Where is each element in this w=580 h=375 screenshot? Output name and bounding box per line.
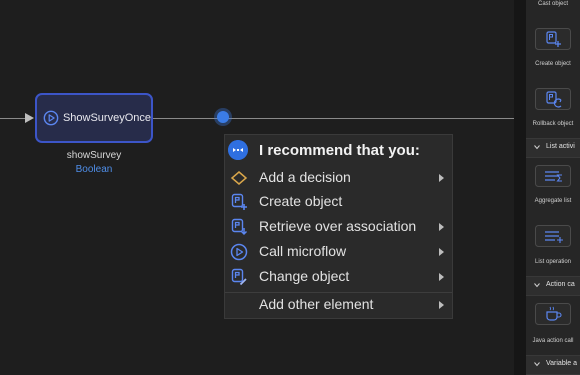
submenu-arrow-icon: [439, 223, 444, 231]
section-label: Variable a: [546, 360, 578, 367]
chevron-down-icon: [534, 362, 540, 367]
toolbox-panel: Cast object Create object Rollback objec…: [526, 0, 580, 375]
panel-divider[interactable]: [514, 0, 526, 375]
menu-item-add-decision[interactable]: Add a decision: [225, 166, 452, 190]
retrieve-icon: [231, 218, 248, 236]
recommendation-menu: I recommend that you: Add a decision Cre…: [224, 134, 453, 319]
toolbox-item-rollback-object-label[interactable]: Rollback object: [526, 121, 580, 127]
toolbox-section-action-calls[interactable]: Action ca: [526, 276, 580, 296]
microflow-canvas[interactable]: ShowSurveyOnce showSurvey Boolean I reco…: [0, 0, 514, 375]
microflow-call-icon: [230, 243, 248, 261]
create-object-icon[interactable]: [535, 28, 571, 50]
rollback-object-icon[interactable]: [535, 88, 571, 110]
section-label: List activi: [546, 143, 575, 150]
toolbox-item-cast-object-label[interactable]: Cast object: [526, 1, 580, 7]
flow-line-incoming[interactable]: [0, 118, 26, 119]
toolbox-section-list-activities[interactable]: List activi: [526, 138, 580, 158]
java-action-icon[interactable]: [535, 303, 571, 325]
menu-item-call-microflow[interactable]: Call microflow: [225, 240, 452, 264]
submenu-arrow-icon: [439, 248, 444, 256]
submenu-arrow-icon: [439, 174, 444, 182]
create-object-icon: [231, 193, 247, 210]
menu-item-label: Change object: [259, 268, 350, 284]
menu-item-change-object[interactable]: Change object: [225, 265, 452, 289]
toolbox-section-variable-activities[interactable]: Variable a: [526, 355, 580, 375]
microflow-call-activity[interactable]: ShowSurveyOnce: [35, 93, 153, 143]
play-circle-icon: [43, 110, 59, 126]
output-variable-name: showSurvey: [66, 150, 122, 161]
submenu-arrow-icon: [439, 273, 444, 281]
activity-label: ShowSurveyOnce: [62, 112, 151, 124]
chevron-down-icon: [534, 283, 540, 288]
menu-header: I recommend that you:: [225, 135, 452, 165]
decision-diamond-icon: [230, 171, 248, 185]
insert-point-dot[interactable]: [217, 111, 229, 123]
menu-item-add-other-element[interactable]: Add other element: [225, 293, 452, 317]
toolbox-item-create-object-label[interactable]: Create object: [526, 61, 580, 67]
flow-arrow-head: [25, 113, 34, 123]
toolbox-item-java-action-call-label[interactable]: Java action call: [526, 338, 580, 344]
output-variable-type: Boolean: [75, 164, 113, 175]
aggregate-list-icon[interactable]: [535, 165, 571, 187]
toolbox-item-aggregate-list-label[interactable]: Aggregate list: [526, 198, 580, 204]
submenu-arrow-icon: [439, 301, 444, 309]
toolbox-item-list-operation-label[interactable]: List operation: [526, 259, 580, 265]
assistant-bot-icon: [228, 140, 248, 160]
menu-item-label: Retrieve over association: [259, 218, 417, 234]
menu-item-create-object[interactable]: Create object: [225, 190, 452, 214]
menu-item-label: Add other element: [259, 296, 374, 312]
section-label: Action ca: [546, 281, 575, 288]
menu-item-retrieve-over-association[interactable]: Retrieve over association: [225, 215, 452, 239]
menu-item-label: Create object: [259, 193, 343, 209]
list-operation-icon[interactable]: [535, 225, 571, 247]
menu-item-label: Add a decision: [259, 169, 351, 185]
chevron-down-icon: [534, 145, 540, 150]
menu-title: I recommend that you:: [259, 142, 420, 159]
flow-line-outgoing[interactable]: [153, 118, 514, 119]
menu-item-label: Call microflow: [259, 243, 347, 259]
change-object-icon: [231, 268, 247, 286]
